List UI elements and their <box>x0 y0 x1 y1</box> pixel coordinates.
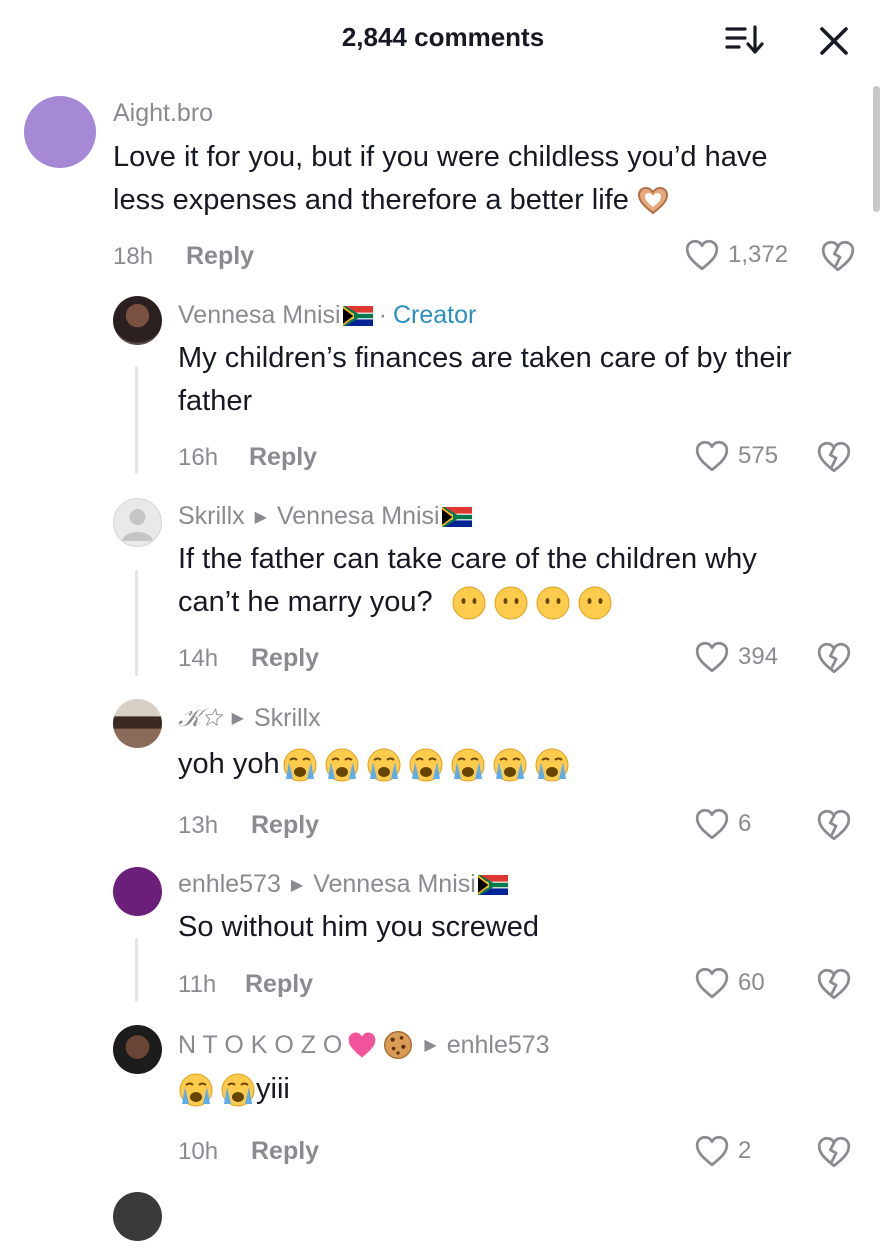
comment-text: yiii <box>178 1068 290 1111</box>
loudly-crying-face-emoji-icon <box>282 747 318 783</box>
reply-button[interactable]: Reply <box>251 1137 319 1166</box>
thread-line <box>135 938 138 1002</box>
like-count: 6 <box>738 810 752 837</box>
thread-line <box>135 570 138 676</box>
pink-heart-emoji-icon <box>346 1029 378 1061</box>
loudly-crying-face-emoji-icon <box>324 747 360 783</box>
comment-username[interactable]: N T O K O Z O ▶ enhle573 <box>178 1029 550 1061</box>
loudly-crying-face-emoji-icon <box>492 747 528 783</box>
dislike-broken-heart-icon[interactable] <box>816 808 852 842</box>
comment-username[interactable]: Vennesa Mnisi · Creator <box>178 301 476 330</box>
loudly-crying-face-emoji-icon <box>366 747 402 783</box>
loudly-crying-face-emoji-icon <box>534 747 570 783</box>
avatar[interactable] <box>24 96 96 168</box>
reply-to-username[interactable]: Skrillx <box>254 704 321 733</box>
like-button[interactable]: 575 <box>694 439 778 473</box>
avatar[interactable] <box>113 498 162 547</box>
comment-username[interactable]: Skrillx ▶ Vennesa Mnisi <box>178 502 472 531</box>
heart-icon <box>694 640 730 674</box>
loudly-crying-face-emoji-icon <box>178 1072 214 1108</box>
comment-time: 13h <box>178 812 219 839</box>
cookie-emoji-icon <box>382 1029 414 1061</box>
dislike-broken-heart-icon[interactable] <box>820 239 856 273</box>
avatar[interactable] <box>113 1025 162 1074</box>
comment-username[interactable]: enhle573 ▶ Vennesa Mnisi <box>178 870 508 899</box>
like-button[interactable]: 6 <box>694 807 751 841</box>
sort-descending-icon[interactable] <box>724 23 764 57</box>
south-africa-flag-icon <box>343 306 373 326</box>
south-africa-flag-icon <box>442 507 472 527</box>
heart-icon <box>684 238 720 272</box>
reply-arrow-icon: ▶ <box>290 876 304 894</box>
reply-to-username[interactable]: Vennesa Mnisi <box>277 502 440 531</box>
reply-to-username[interactable]: Vennesa Mnisi <box>313 870 476 899</box>
heart-icon <box>694 439 730 473</box>
face-without-mouth-emoji-icon <box>451 585 487 621</box>
reply-button[interactable]: Reply <box>186 242 254 271</box>
reply-to-username[interactable]: enhle573 <box>447 1031 550 1060</box>
avatar[interactable] <box>113 867 162 916</box>
comment-text: yoh yoh <box>178 743 570 786</box>
default-user-icon <box>122 509 153 541</box>
like-button[interactable]: 2 <box>694 1134 751 1168</box>
comment-time: 11h <box>178 971 217 998</box>
like-button[interactable]: 1,372 <box>684 238 788 272</box>
face-without-mouth-emoji-icon <box>493 585 529 621</box>
avatar[interactable] <box>113 699 162 748</box>
close-icon[interactable] <box>816 23 852 59</box>
dislike-broken-heart-icon[interactable] <box>816 641 852 675</box>
like-count: 394 <box>738 643 779 670</box>
comments-header: 2,844 comments <box>0 0 886 80</box>
reply-arrow-icon: ▶ <box>231 710 244 727</box>
comment-text: If the father can take care of the child… <box>178 538 757 624</box>
dislike-broken-heart-icon[interactable] <box>816 1135 852 1169</box>
loudly-crying-face-emoji-icon <box>450 747 486 783</box>
reply-button[interactable]: Reply <box>251 811 319 840</box>
like-count: 2 <box>738 1137 752 1164</box>
comment-text: My children’s finances are taken care of… <box>178 342 792 417</box>
reply-arrow-icon: ▶ <box>254 508 267 526</box>
heart-hands-emoji-icon <box>635 183 671 219</box>
loudly-crying-face-emoji-icon <box>408 747 444 783</box>
avatar[interactable] <box>113 296 162 345</box>
comment-time: 14h <box>178 645 219 672</box>
comment-username[interactable]: Aight.bro <box>113 99 213 128</box>
comment-text: Love it for you, but if you were childle… <box>113 136 767 222</box>
like-button[interactable]: 394 <box>694 640 778 674</box>
like-count: 1,372 <box>728 241 789 268</box>
loudly-crying-face-emoji-icon <box>220 1072 256 1108</box>
comment-text: So without him you screwed <box>178 911 540 943</box>
reply-button[interactable]: Reply <box>245 970 313 999</box>
face-without-mouth-emoji-icon <box>577 585 613 621</box>
comment-time: 10h <box>178 1138 219 1165</box>
like-count: 575 <box>738 442 779 469</box>
heart-icon <box>694 966 730 1000</box>
heart-icon <box>694 807 730 841</box>
scrollbar[interactable] <box>873 86 880 212</box>
heart-icon <box>694 1134 730 1168</box>
dislike-broken-heart-icon[interactable] <box>816 440 852 474</box>
reply-arrow-icon: ▶ <box>424 1037 437 1054</box>
avatar[interactable] <box>113 1192 162 1241</box>
dislike-broken-heart-icon[interactable] <box>816 967 852 1001</box>
face-without-mouth-emoji-icon <box>535 585 571 621</box>
south-africa-flag-icon <box>478 875 508 895</box>
reply-button[interactable]: Reply <box>251 644 319 673</box>
comment-time: 18h <box>113 243 154 270</box>
thread-line <box>135 366 138 474</box>
comment-username[interactable]: 𝒦☆ ▶ Skrillx <box>178 703 321 733</box>
like-button[interactable]: 60 <box>694 966 765 1000</box>
reply-button[interactable]: Reply <box>249 443 317 472</box>
comment-time: 16h <box>178 444 219 471</box>
creator-badge: Creator <box>392 301 477 329</box>
like-count: 60 <box>738 969 765 996</box>
